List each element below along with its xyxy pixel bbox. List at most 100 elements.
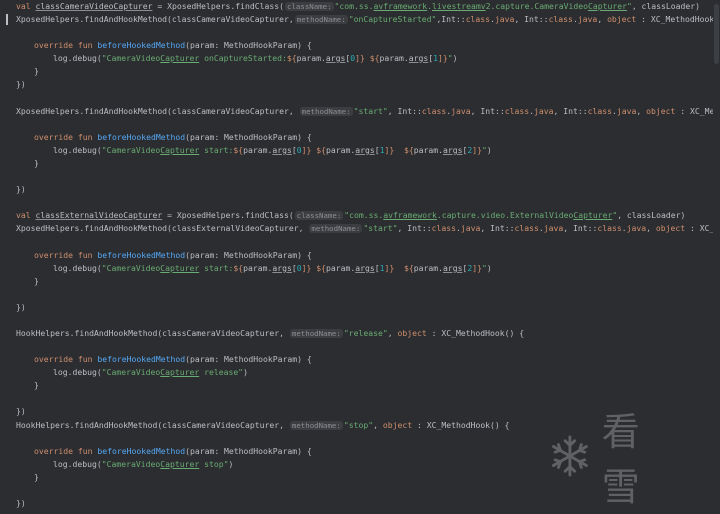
- code-text: (param: MethodHookParam) {: [185, 132, 312, 142]
- code-text: (param: MethodHookParam) {: [185, 446, 312, 456]
- code-line: }): [16, 301, 26, 314]
- code-text: (param: MethodHookParam) {: [185, 354, 312, 364]
- code-line: log.debug("CameraVideoCapturer onCapture…: [53, 53, 458, 63]
- code-line: XposedHelpers.findAndHookMethod(classExt…: [16, 222, 720, 235]
- code-text: : XC_MethodHook() {: [641, 14, 720, 24]
- code-line: override fun beforeHookedMethod(param: M…: [34, 131, 312, 144]
- variable-name: classCameraVideoCapturer: [35, 1, 153, 11]
- code-text: (param: MethodHookParam) {: [185, 40, 312, 50]
- code-line: }): [16, 183, 26, 196]
- keyword: java: [494, 14, 515, 24]
- keyword: java: [533, 106, 554, 116]
- keyword: java: [577, 14, 598, 24]
- code-text: }): [16, 79, 26, 89]
- template-brace: ${: [233, 145, 244, 155]
- code-text: = XposedHelpers.findClass(: [162, 210, 294, 220]
- string-literal: "start": [353, 106, 388, 116]
- code-text: }: [34, 158, 39, 168]
- code-text: ): [452, 53, 458, 63]
- keyword: fun: [77, 250, 93, 260]
- keyword: class: [548, 14, 573, 24]
- keyword: object: [646, 106, 676, 116]
- code-text: }): [16, 498, 26, 508]
- variable-name: classExternalVideoCapturer: [35, 210, 163, 220]
- keyword: class: [465, 14, 491, 24]
- code-line: HookHelpers.findAndHookMethod(classCamer…: [16, 420, 510, 430]
- code-text: args: [325, 53, 346, 63]
- template-brace: ${: [286, 53, 297, 63]
- code-text: ,: [636, 106, 647, 116]
- code-text: }: [34, 380, 39, 390]
- code-text: ,: [597, 14, 608, 24]
- code-text: HookHelpers.findAndHookMethod(classCamer…: [16, 328, 285, 338]
- code-text: XposedHelpers.findAndHookMethod(classCam…: [16, 106, 294, 116]
- function-name: beforeHookedMethod: [97, 446, 186, 456]
- keyword: fun: [77, 354, 93, 364]
- keyword: val: [16, 1, 31, 11]
- inlay-hint: methodName:: [289, 329, 343, 338]
- string-literal: "com.ss.avframework.livestreamv2.capture…: [334, 1, 632, 11]
- keyword: class: [421, 106, 447, 116]
- keyword: val: [16, 210, 31, 220]
- code-text: = XposedHelpers.findClass(: [152, 1, 285, 11]
- code-line: log.debug("CameraVideoCapturer start:${p…: [53, 263, 492, 273]
- code-text: , Int::: [387, 106, 422, 116]
- string-literal: "CameraVideoCapturer stop": [101, 459, 229, 469]
- inlay-hint: methodName:: [289, 421, 343, 430]
- code-text: args: [408, 53, 429, 63]
- code-text: : XC_MethodHook() {: [426, 328, 525, 338]
- inlay-hint: className:: [285, 2, 334, 11]
- keyword: java: [616, 106, 637, 116]
- code-text: }: [34, 276, 39, 286]
- keyword: fun: [77, 446, 93, 456]
- code-text: XposedHelpers.findAndHookMethod(classCam…: [16, 14, 294, 24]
- code-line: log.debug("CameraVideoCapturer stop"): [53, 459, 234, 469]
- code-text: }: [34, 66, 39, 76]
- code-line: }): [16, 497, 26, 510]
- template-brace: ${: [369, 53, 380, 63]
- keyword: override: [34, 446, 73, 456]
- string-literal: "com.ss.avframework.capture.video.Extern…: [344, 210, 618, 220]
- code-editor[interactable]: val classCameraVideoCapturer = XposedHel…: [0, 0, 720, 514]
- code-line: log.debug("CameraVideoCapturer start:${p…: [53, 145, 492, 155]
- code-text: XposedHelpers.findAndHookMethod(classExt…: [16, 223, 304, 233]
- template-brace: ]}: [438, 53, 448, 63]
- code-line: override fun beforeHookedMethod(param: M…: [34, 445, 312, 458]
- code-line: }: [34, 65, 39, 78]
- scrollbar-thumb[interactable]: [714, 4, 719, 64]
- keyword: override: [34, 40, 73, 50]
- snowflake-icon: [551, 435, 588, 477]
- code-line: XposedHelpers.findAndHookMethod(classCam…: [6, 13, 720, 26]
- code-text: , classLoader): [617, 210, 686, 220]
- code-text: , Int::: [514, 14, 549, 24]
- code-line: HookHelpers.findAndHookMethod(classCamer…: [16, 328, 525, 338]
- vertical-scrollbar[interactable]: [713, 0, 720, 514]
- keyword: override: [34, 132, 73, 142]
- code-text: }): [16, 184, 26, 194]
- keyword: object: [607, 14, 637, 24]
- keyword: fun: [77, 40, 93, 50]
- code-text: }): [16, 302, 26, 312]
- code-text: , Int::: [553, 106, 588, 116]
- code-line: override fun beforeHookedMethod(param: M…: [34, 353, 312, 366]
- string-literal: "start": [363, 223, 398, 233]
- template-brace: ]}: [301, 145, 312, 155]
- string-literal: [394, 145, 404, 155]
- code-text: , Int::: [470, 106, 505, 116]
- code-text: (param: MethodHookParam) {: [185, 250, 312, 260]
- code-text: }: [34, 472, 39, 482]
- watermark: 看雪: [548, 410, 678, 509]
- keyword: class: [504, 106, 530, 116]
- code-line: }): [16, 405, 26, 418]
- inlay-hint: className:: [294, 211, 344, 220]
- string-literal: "CameraVideoCapturer release": [101, 367, 244, 377]
- template-brace: ]}: [355, 53, 365, 63]
- keyword: java: [451, 106, 471, 116]
- string-literal: "onCaptureStarted": [348, 14, 437, 24]
- keyword: class: [587, 106, 612, 116]
- string-literal: "release": [343, 328, 388, 338]
- code-line: val classCameraVideoCapturer = XposedHel…: [16, 0, 700, 13]
- inlay-hint: methodName:: [294, 15, 348, 24]
- function-name: beforeHookedMethod: [97, 132, 186, 142]
- code-text: log.debug(: [53, 459, 102, 469]
